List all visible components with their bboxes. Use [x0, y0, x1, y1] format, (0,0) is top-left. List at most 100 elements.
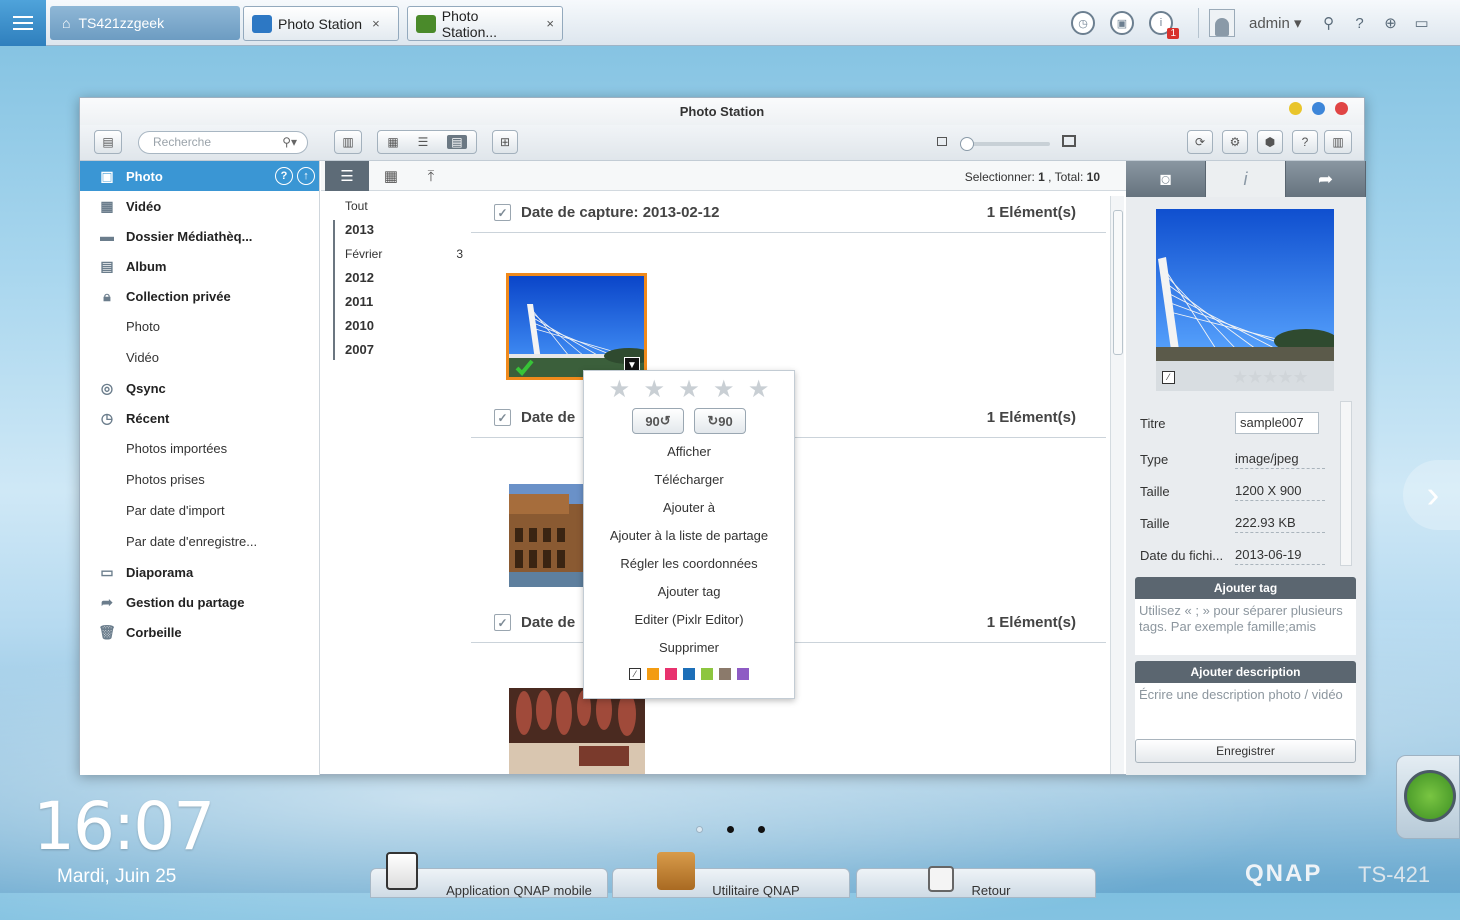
sidebar-item-album[interactable]: ▤ Album: [80, 251, 319, 281]
avatar[interactable]: [1209, 9, 1235, 37]
timeline-all[interactable]: Tout: [345, 194, 473, 218]
help-icon[interactable]: ?: [275, 167, 293, 185]
maximize-button[interactable]: [1312, 102, 1325, 115]
menu-item-add-tag[interactable]: Ajouter tag: [584, 578, 794, 606]
sidebar-subitem-taken[interactable]: Photos prises: [80, 464, 319, 495]
star-icon[interactable]: ★: [748, 375, 770, 404]
photo-thumbnail-market[interactable]: [509, 688, 645, 774]
sidebar-subitem-imported[interactable]: Photos importées: [80, 433, 319, 464]
grid-size-button[interactable]: ⊞: [492, 130, 518, 154]
sidebar-subitem-import-date[interactable]: Par date d'import: [80, 495, 319, 526]
rotate-left-button[interactable]: 90 ↺: [632, 408, 684, 434]
main-menu-button[interactable]: [0, 0, 46, 46]
zoom-slider[interactable]: [960, 137, 1050, 151]
external-device-icon[interactable]: ▣: [1110, 11, 1134, 35]
minimize-button[interactable]: [1289, 102, 1302, 115]
description-input[interactable]: Écrire une description photo / vidéo: [1135, 683, 1356, 741]
share-icon[interactable]: ➦: [1286, 161, 1366, 197]
group-checkbox[interactable]: ✓: [494, 409, 511, 426]
scroll-thumb[interactable]: [1113, 210, 1123, 355]
menu-item-set-coordinates[interactable]: Régler les coordonnées: [584, 550, 794, 578]
background-tasks-icon[interactable]: ◷: [1071, 11, 1095, 35]
photo-thumbnail-palace[interactable]: [509, 484, 585, 587]
menu-item-delete[interactable]: Supprimer: [584, 634, 794, 662]
sidebar-item-qsync[interactable]: ◎ Qsync: [80, 373, 319, 403]
color-label-purple[interactable]: [737, 668, 749, 680]
search-input[interactable]: Recherche: [153, 135, 211, 149]
close-icon[interactable]: ×: [372, 16, 380, 31]
timeline-view-toggle[interactable]: ☰: [325, 161, 369, 191]
menu-item-download[interactable]: Télécharger: [584, 466, 794, 494]
color-label-blue[interactable]: [683, 668, 695, 680]
page-dot[interactable]: [758, 826, 765, 833]
close-icon[interactable]: ×: [546, 16, 554, 31]
rating-stars[interactable]: ★★★★★: [584, 371, 794, 404]
scroll-top-icon[interactable]: ⤒: [409, 161, 453, 191]
help-icon[interactable]: ?: [1351, 15, 1369, 32]
close-button[interactable]: [1335, 102, 1348, 115]
timeline-month[interactable]: Février 3: [345, 242, 463, 266]
menu-item-add-share-list[interactable]: Ajouter à la liste de partage: [584, 522, 794, 550]
next-page-arrow[interactable]: ›: [1403, 460, 1460, 530]
menu-item-view[interactable]: Afficher: [584, 438, 794, 466]
slider-knob[interactable]: [960, 137, 974, 151]
tab-photo-station-2[interactable]: Photo Station... ×: [407, 6, 563, 41]
color-label-icon[interactable]: ⁄: [1162, 371, 1175, 384]
list-view-icon[interactable]: ☰: [418, 135, 429, 149]
rating-stars[interactable]: ★★★★★: [1232, 367, 1309, 388]
sidebar-subitem-record-date[interactable]: Par date d'enregistre...: [80, 526, 319, 557]
group-checkbox[interactable]: ✓: [494, 614, 511, 631]
no-color-icon[interactable]: ⁄: [629, 668, 641, 680]
timeline-year[interactable]: 2007: [345, 338, 473, 362]
resource-monitor-widget[interactable]: [1396, 755, 1460, 839]
color-label-orange[interactable]: [647, 668, 659, 680]
settings-button[interactable]: ⚙: [1222, 130, 1248, 154]
menu-item-add-to[interactable]: Ajouter à: [584, 494, 794, 522]
home-tab[interactable]: ⌂ TS421zzgeek: [50, 6, 240, 40]
timeline-year[interactable]: 2011: [345, 290, 473, 314]
language-icon[interactable]: ⊕: [1382, 14, 1400, 32]
timeline-year[interactable]: 2013: [345, 218, 473, 242]
tab-photo-station-1[interactable]: Photo Station ×: [243, 6, 399, 41]
sidebar-item-private-collection[interactable]: 🔒︎ Collection privée: [80, 281, 319, 311]
timeline-year[interactable]: 2010: [345, 314, 473, 338]
photo-thumbnail-bridge[interactable]: ▼: [506, 273, 647, 380]
info-icon[interactable]: i: [1206, 161, 1286, 197]
dock-item-qnap-utility[interactable]: Utilitaire QNAP: [612, 868, 850, 898]
title-input[interactable]: sample007: [1235, 412, 1319, 434]
dock-item-back[interactable]: Retour: [856, 868, 1096, 898]
timeline-view-icon[interactable]: ▤: [447, 135, 467, 149]
toggle-sidebar-button[interactable]: ▤: [94, 130, 122, 154]
sidebar-item-recent[interactable]: ◷ Récent: [80, 403, 319, 433]
star-icon[interactable]: ★: [609, 375, 631, 404]
sidebar-item-share-management[interactable]: ➦ Gestion du partage: [80, 587, 319, 617]
timeline-year[interactable]: 2012: [345, 266, 473, 290]
thumbnail-view-icon[interactable]: ▦: [387, 135, 398, 149]
sidebar-item-trash[interactable]: 🗑︎ Corbeille: [80, 617, 319, 647]
upload-icon[interactable]: ↑: [297, 167, 315, 185]
color-label-brown[interactable]: [719, 668, 731, 680]
sidebar-subitem-photo[interactable]: Photo: [80, 311, 319, 342]
star-icon[interactable]: ★: [678, 375, 700, 404]
search-field[interactable]: Recherche ⚲▾: [138, 131, 308, 154]
content-scrollbar[interactable]: [1110, 196, 1124, 774]
info-panel-button[interactable]: ▥: [1324, 130, 1352, 154]
view-preview-button[interactable]: ▥: [334, 130, 362, 154]
notification-icon[interactable]: i1: [1149, 11, 1179, 39]
desktop-icon[interactable]: ▭: [1413, 14, 1431, 32]
sidebar-item-slideshow[interactable]: ▭ Diaporama: [80, 557, 319, 587]
user-menu[interactable]: admin ▾: [1249, 14, 1302, 32]
save-button[interactable]: Enregistrer: [1135, 739, 1356, 763]
star-icon[interactable]: ★: [643, 375, 665, 404]
color-label-green[interactable]: [701, 668, 713, 680]
large-size-icon[interactable]: [1062, 135, 1076, 147]
menu-item-edit-pixlr[interactable]: Editer (Pixlr Editor): [584, 606, 794, 634]
refresh-button[interactable]: ⟳: [1187, 130, 1213, 154]
sidebar-item-video[interactable]: ▦ Vidéo: [80, 191, 319, 221]
camera-icon[interactable]: ◙: [1126, 161, 1206, 197]
info-scrollbar[interactable]: [1340, 401, 1352, 566]
package-button[interactable]: ⬢: [1257, 130, 1283, 154]
sidebar-item-photo[interactable]: ▣ Photo ? ↑: [80, 161, 319, 191]
page-dot[interactable]: [696, 826, 703, 833]
group-checkbox[interactable]: ✓: [494, 204, 511, 221]
